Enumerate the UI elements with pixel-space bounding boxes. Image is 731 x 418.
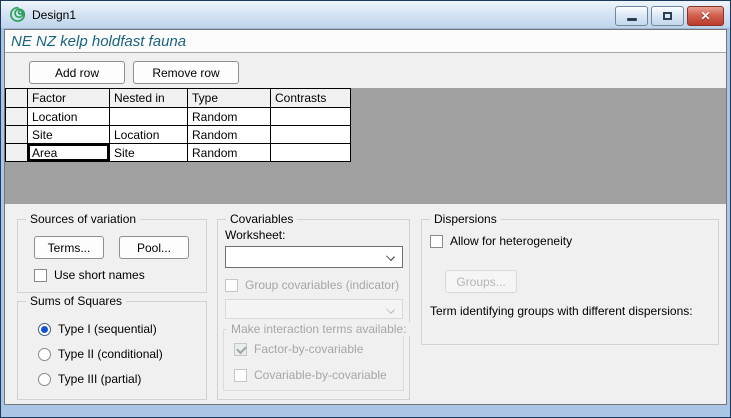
cell-factor-selected[interactable]: Area	[28, 144, 110, 162]
type-ii-label: Type II (conditional)	[58, 347, 163, 361]
corner-header-cell	[6, 89, 28, 108]
allow-heterogeneity-checkbox[interactable]	[430, 235, 443, 248]
group-title: Make interaction terms available:	[227, 322, 410, 336]
row-toolbar: Add row Remove row	[5, 54, 726, 88]
dispersion-term-text: Term identifying groups with different d…	[430, 304, 693, 318]
restore-button[interactable]	[651, 6, 684, 26]
chevron-down-icon	[386, 305, 395, 314]
type-i-option[interactable]: Type I (sequential)	[38, 322, 157, 336]
allow-heterogeneity-option[interactable]: Allow for heterogeneity	[430, 234, 572, 248]
indicator-combobox	[225, 299, 403, 319]
cell-type[interactable]: Random	[188, 126, 271, 144]
allow-heterogeneity-label: Allow for heterogeneity	[450, 234, 572, 248]
cell-type[interactable]: Random	[188, 108, 271, 126]
primer-spiral-icon	[9, 6, 26, 23]
remove-row-button[interactable]: Remove row	[133, 61, 239, 84]
factors-grid-area: Factor Nested in Type Contrasts Location…	[5, 88, 726, 204]
group-title: Sums of Squares	[26, 294, 126, 308]
dispersions-group: Dispersions Allow for heterogeneity Grou…	[421, 219, 719, 345]
row-selector-cell[interactable]	[6, 126, 28, 144]
worksheet-label: Worksheet:	[225, 228, 285, 242]
dialog-content: NE NZ kelp holdfast fauna Add row Remove…	[4, 29, 727, 405]
minimize-icon	[627, 18, 637, 21]
cell-nested-in[interactable]: Site	[110, 144, 188, 162]
type-iii-option[interactable]: Type III (partial)	[38, 372, 141, 386]
factors-table: Factor Nested in Type Contrasts Location…	[5, 88, 351, 162]
add-row-button[interactable]: Add row	[29, 61, 125, 84]
col-header-type: Type	[188, 89, 271, 108]
close-icon: ✕	[700, 10, 710, 22]
restore-icon	[663, 12, 672, 20]
close-button[interactable]: ✕	[687, 6, 724, 26]
covariable-by-covariable-label: Covariable-by-covariable	[254, 368, 387, 382]
row-selector-cell[interactable]	[6, 108, 28, 126]
covariable-by-covariable-option: Covariable-by-covariable	[234, 368, 387, 382]
table-row: Location Random	[6, 108, 351, 126]
pool-button[interactable]: Pool...	[119, 236, 189, 259]
row-selector-cell[interactable]	[6, 144, 28, 162]
table-row: Site Location Random	[6, 126, 351, 144]
sums-of-squares-group: Sums of Squares Type I (sequential) Type…	[17, 301, 207, 400]
type-iii-label: Type III (partial)	[58, 372, 141, 386]
type-iii-radio[interactable]	[38, 373, 51, 386]
type-ii-option[interactable]: Type II (conditional)	[38, 347, 163, 361]
cell-factor[interactable]: Site	[28, 126, 110, 144]
table-row: Area Site Random	[6, 144, 351, 162]
design-title-strip: NE NZ kelp holdfast fauna	[5, 30, 726, 53]
col-header-contrasts: Contrasts	[271, 89, 351, 108]
cell-contrasts[interactable]	[271, 108, 351, 126]
cell-nested-in[interactable]: Location	[110, 126, 188, 144]
col-header-factor: Factor	[28, 89, 110, 108]
group-covariables-checkbox	[225, 279, 238, 292]
window-title: Design1	[32, 8, 76, 22]
factor-by-covariable-label: Factor-by-covariable	[254, 342, 363, 356]
factor-by-covariable-checkbox	[234, 343, 247, 356]
type-i-radio[interactable]	[38, 323, 51, 336]
group-title: Sources of variation	[26, 212, 140, 226]
factor-by-covariable-option: Factor-by-covariable	[234, 342, 363, 356]
cell-factor[interactable]: Location	[28, 108, 110, 126]
cell-contrasts[interactable]	[271, 126, 351, 144]
sources-of-variation-group: Sources of variation Terms... Pool... Us…	[17, 219, 207, 293]
type-i-label: Type I (sequential)	[58, 322, 157, 336]
title-bar[interactable]: Design1 ✕	[1, 1, 730, 29]
use-short-names-label: Use short names	[54, 268, 145, 282]
use-short-names-option[interactable]: Use short names	[34, 268, 145, 282]
worksheet-combobox[interactable]	[225, 246, 403, 268]
col-header-nested-in: Nested in	[110, 89, 188, 108]
covariable-by-covariable-checkbox	[234, 369, 247, 382]
group-covariables-label: Group covariables (indicator)	[245, 278, 399, 292]
use-short-names-checkbox[interactable]	[34, 269, 47, 282]
covariables-group: Covariables Worksheet: Group covariables…	[217, 219, 410, 400]
terms-button[interactable]: Terms...	[34, 236, 104, 259]
design-dialog-window: Design1 ✕ NE NZ kelp holdfast fauna Add …	[0, 0, 731, 418]
groups-button: Groups...	[445, 270, 517, 293]
minimize-button[interactable]	[615, 6, 648, 26]
type-ii-radio[interactable]	[38, 348, 51, 361]
window-controls: ✕	[615, 6, 724, 26]
cell-nested-in[interactable]	[110, 108, 188, 126]
chevron-down-icon	[386, 252, 395, 261]
make-interaction-terms-group: Make interaction terms available: Factor…	[223, 329, 404, 391]
group-title: Dispersions	[430, 212, 501, 226]
cell-contrasts[interactable]	[271, 144, 351, 162]
table-header-row: Factor Nested in Type Contrasts	[6, 89, 351, 108]
group-covariables-option: Group covariables (indicator)	[225, 278, 399, 292]
cell-type[interactable]: Random	[188, 144, 271, 162]
design-title: NE NZ kelp holdfast fauna	[11, 33, 186, 50]
group-title: Covariables	[226, 212, 297, 226]
